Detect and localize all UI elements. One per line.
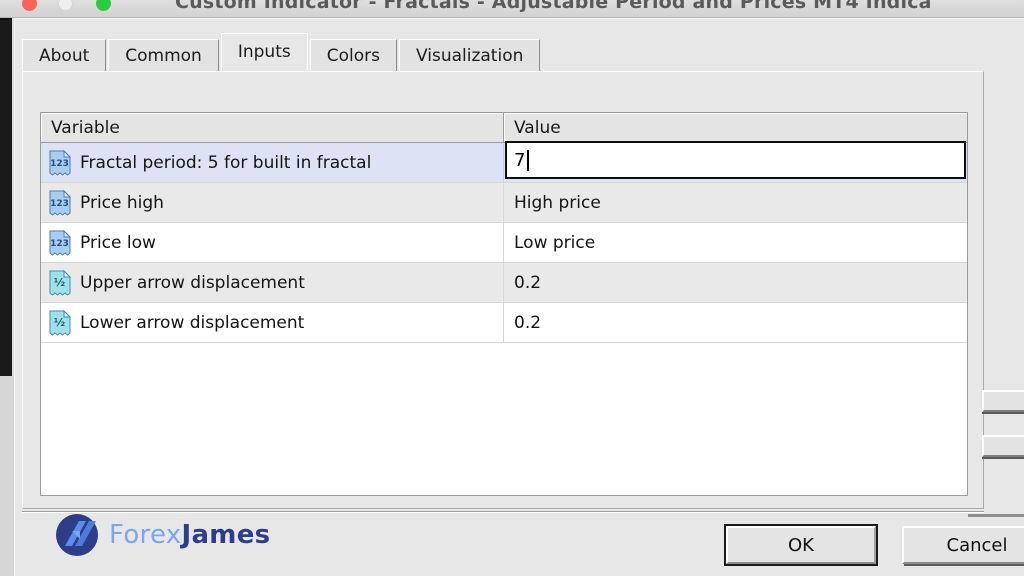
table-row[interactable]: 123 Fractal period: 5 for built in fract…	[41, 141, 967, 183]
brand-name: ForexJames	[109, 520, 270, 550]
value-text: Low price	[514, 232, 596, 253]
variable-cell[interactable]: ½ Lower arrow displacement	[41, 303, 504, 342]
value-cell[interactable]: 0.2	[504, 303, 967, 342]
integer-type-icon: 123	[48, 149, 72, 176]
value-cell[interactable]: High price	[504, 183, 967, 222]
brand-name-bold: James	[181, 520, 271, 550]
variable-label: Price high	[80, 192, 164, 213]
background-button-upper[interactable]	[982, 390, 1024, 412]
svg-text:123: 123	[50, 199, 69, 209]
variable-cell[interactable]: 123 Price low	[41, 223, 504, 262]
value-cell[interactable]: 7	[504, 141, 967, 182]
screen: Custom Indicator - Fractals - Adjustable…	[0, 0, 1024, 576]
ok-button[interactable]: OK	[724, 524, 878, 566]
column-header-value[interactable]: Value	[504, 113, 967, 142]
tab-label: About	[39, 45, 90, 66]
window-title: Custom Indicator - Fractals - Adjustable…	[175, 0, 932, 13]
tab-label: Visualization	[415, 45, 524, 66]
table-row[interactable]: 123 Price low Low price	[41, 223, 967, 263]
brand-logo: ForexJames	[55, 513, 270, 557]
window-titlebar: Custom Indicator - Fractals - Adjustable…	[0, 0, 1024, 18]
inputs-panel: Variable Value 123 Fractal period: 5 for…	[22, 71, 984, 509]
value-text: High price	[514, 192, 601, 213]
table-row[interactable]: ½ Upper arrow displacement 0.2	[41, 263, 967, 303]
minimize-button[interactable]	[58, 0, 73, 11]
integer-type-icon: 123	[48, 229, 72, 256]
value-text: 0.2	[514, 312, 542, 333]
variable-label: Upper arrow displacement	[80, 272, 305, 293]
column-header-variable[interactable]: Variable	[41, 113, 504, 142]
tab-about[interactable]: About	[22, 39, 107, 71]
svg-text:½: ½	[54, 276, 65, 289]
svg-text:½: ½	[54, 316, 65, 329]
cancel-button[interactable]: Cancel	[902, 526, 1024, 564]
value-cell[interactable]: 0.2	[504, 263, 967, 302]
variable-cell[interactable]: 123 Price high	[41, 183, 504, 222]
column-header-label: Variable	[51, 117, 120, 138]
table-row[interactable]: 123 Price high High price	[41, 183, 967, 223]
integer-type-icon: 123	[48, 189, 72, 216]
table-row[interactable]: ½ Lower arrow displacement 0.2	[41, 303, 967, 343]
tab-colors[interactable]: Colors	[309, 39, 397, 71]
ok-button-label: OK	[788, 534, 814, 556]
zoom-button[interactable]	[96, 0, 111, 11]
indicator-properties-dialog: About Common Inputs Colors Visualization…	[14, 18, 1024, 576]
value-text: 0.2	[514, 272, 542, 293]
tab-label: Inputs	[237, 42, 291, 62]
brand-name-light: Forex	[109, 520, 182, 550]
variable-label: Fractal period: 5 for built in fractal	[80, 152, 372, 173]
svg-text:123: 123	[50, 239, 69, 249]
inputs-table: Variable Value 123 Fractal period: 5 for…	[40, 112, 968, 496]
variable-label: Price low	[80, 232, 156, 253]
tab-label: Colors	[326, 45, 380, 66]
tab-label: Common	[125, 45, 202, 66]
variable-cell[interactable]: ½ Upper arrow displacement	[41, 263, 504, 302]
value-input[interactable]: 7	[505, 141, 966, 179]
value-input-text: 7	[514, 149, 526, 171]
close-button[interactable]	[22, 0, 37, 11]
tab-strip: About Common Inputs Colors Visualization	[22, 33, 541, 71]
svg-text:123: 123	[50, 159, 69, 169]
variable-cell[interactable]: 123 Fractal period: 5 for built in fract…	[41, 143, 504, 182]
variable-label: Lower arrow displacement	[80, 312, 305, 333]
double-type-icon: ½	[48, 269, 72, 296]
background-button-lower[interactable]	[982, 435, 1024, 457]
background-window-strip	[0, 20, 12, 376]
cancel-button-label: Cancel	[946, 534, 1008, 556]
tab-visualization[interactable]: Visualization	[398, 39, 541, 71]
value-cell[interactable]: Low price	[504, 223, 967, 262]
forexjames-logo-icon	[55, 513, 99, 557]
background-window-lower	[0, 376, 14, 576]
double-type-icon: ½	[48, 309, 72, 336]
text-caret	[527, 149, 530, 171]
column-header-label: Value	[514, 117, 561, 138]
table-header-row: Variable Value	[41, 113, 967, 143]
tab-inputs[interactable]: Inputs	[220, 33, 308, 71]
background-window-edge	[968, 514, 1024, 517]
tab-common[interactable]: Common	[108, 39, 219, 71]
